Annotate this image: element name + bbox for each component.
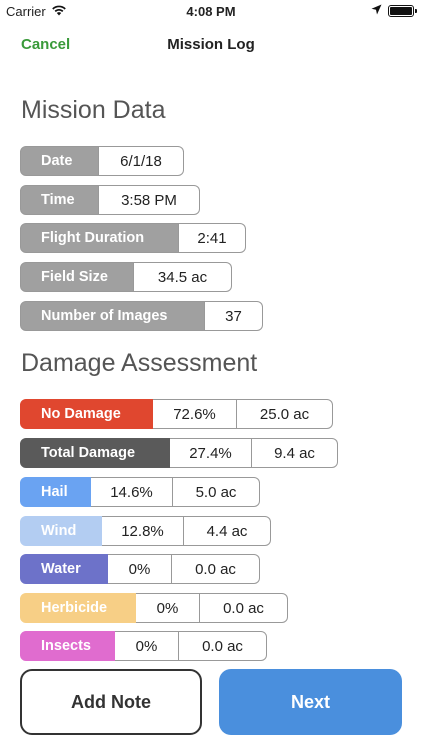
date-label: Date — [20, 146, 99, 176]
flight-duration-label: Flight Duration — [20, 223, 179, 253]
add-note-button[interactable]: Add Note — [20, 669, 202, 735]
number-of-images-value: 37 — [205, 301, 263, 331]
damage-row-hail: Hail 14.6% 5.0 ac — [20, 477, 260, 507]
mission-row-field-size: Field Size 34.5 ac — [20, 262, 232, 292]
mission-data-heading: Mission Data — [21, 96, 166, 124]
damage-row-insects: Insects 0% 0.0 ac — [20, 631, 267, 661]
no-damage-percent: 72.6% — [153, 399, 237, 429]
battery-icon — [388, 4, 417, 17]
total-damage-percent: 27.4% — [170, 438, 252, 468]
nav-bar: Cancel Mission Log — [0, 22, 422, 66]
date-value: 6/1/18 — [99, 146, 184, 176]
field-size-value: 34.5 ac — [134, 262, 232, 292]
time-value: 3:58 PM — [99, 185, 200, 215]
mission-row-time: Time 3:58 PM — [20, 185, 200, 215]
total-damage-label: Total Damage — [20, 438, 170, 468]
mission-row-images: Number of Images 37 — [20, 301, 263, 331]
flight-duration-value: 2:41 — [179, 223, 246, 253]
herbicide-label: Herbicide — [20, 593, 136, 623]
mission-row-duration: Flight Duration 2:41 — [20, 223, 246, 253]
location-arrow-icon — [371, 3, 382, 18]
water-area: 0.0 ac — [172, 554, 260, 584]
mission-row-date: Date 6/1/18 — [20, 146, 184, 176]
wind-label: Wind — [20, 516, 102, 546]
time-label: Time — [20, 185, 99, 215]
wind-percent: 12.8% — [102, 516, 184, 546]
herbicide-area: 0.0 ac — [200, 593, 288, 623]
water-label: Water — [20, 554, 108, 584]
no-damage-area: 25.0 ac — [237, 399, 333, 429]
damage-assessment-heading: Damage Assessment — [21, 349, 258, 377]
herbicide-percent: 0% — [136, 593, 200, 623]
number-of-images-label: Number of Images — [20, 301, 205, 331]
water-percent: 0% — [108, 554, 172, 584]
status-time: 4:08 PM — [186, 4, 236, 19]
damage-row-water: Water 0% 0.0 ac — [20, 554, 260, 584]
status-bar: Carrier 4:08 PM — [0, 0, 422, 22]
damage-row-total-damage: Total Damage 27.4% 9.4 ac — [20, 438, 338, 468]
hail-label: Hail — [20, 477, 91, 507]
insects-label: Insects — [20, 631, 115, 661]
insects-area: 0.0 ac — [179, 631, 267, 661]
hail-percent: 14.6% — [91, 477, 173, 507]
nav-title: Mission Log — [167, 36, 255, 53]
total-damage-area: 9.4 ac — [252, 438, 338, 468]
no-damage-label: No Damage — [20, 399, 153, 429]
status-right — [371, 3, 417, 18]
insects-percent: 0% — [115, 631, 179, 661]
hail-area: 5.0 ac — [173, 477, 260, 507]
wind-area: 4.4 ac — [184, 516, 271, 546]
next-button[interactable]: Next — [219, 669, 402, 735]
field-size-label: Field Size — [20, 262, 134, 292]
damage-row-no-damage: No Damage 72.6% 25.0 ac — [20, 399, 333, 429]
damage-row-herbicide: Herbicide 0% 0.0 ac — [20, 593, 288, 623]
damage-row-wind: Wind 12.8% 4.4 ac — [20, 516, 271, 546]
